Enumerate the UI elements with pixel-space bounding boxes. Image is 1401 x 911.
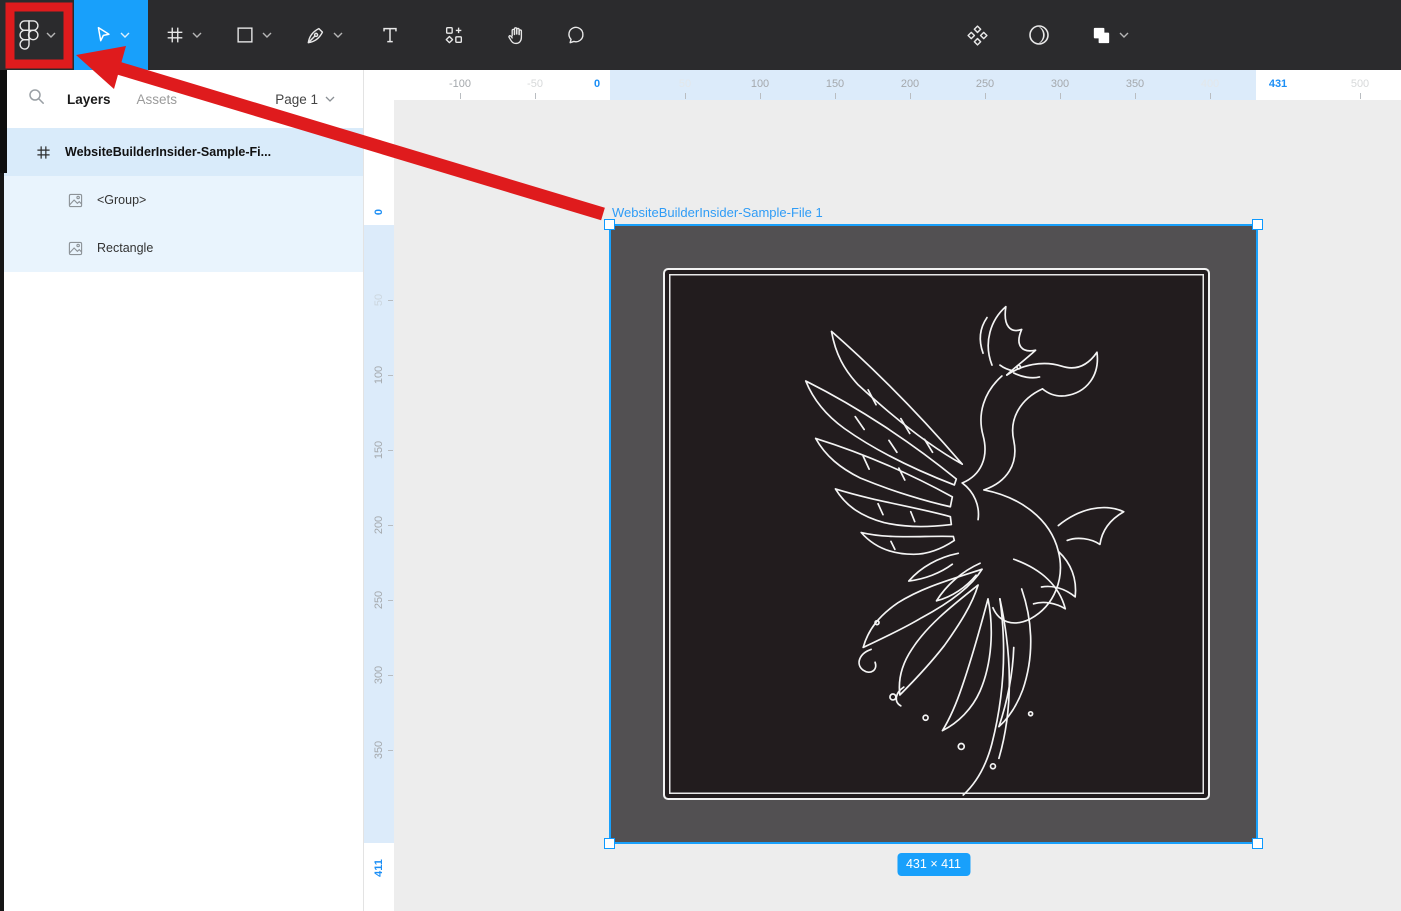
ruler-label: 300 — [373, 666, 385, 684]
page-selector-label: Page 1 — [275, 92, 318, 107]
top-toolbar — [0, 0, 1401, 70]
figma-logo-icon — [18, 20, 40, 50]
text-tool-icon — [379, 24, 401, 46]
boolean-union-icon — [1090, 24, 1113, 47]
pen-tool-button[interactable] — [288, 0, 358, 70]
search-icon[interactable] — [28, 88, 45, 110]
hand-icon — [505, 24, 528, 47]
resources-tool-button[interactable] — [422, 0, 486, 70]
create-component-button[interactable] — [946, 0, 1008, 70]
frame-title-label[interactable]: WebsiteBuilderInsider-Sample-File 1 — [612, 205, 823, 220]
selection-size-badge: 431 × 411 — [897, 853, 970, 876]
figma-app-window: Layers Assets Page 1 WebsiteBuilderInsid… — [0, 0, 1401, 911]
selection-handle-bottom-left[interactable] — [604, 838, 615, 849]
ruler-label: 350 — [1126, 78, 1144, 90]
frame-icon — [36, 145, 51, 160]
ruler-label: 50 — [679, 78, 691, 90]
frame-tool-button[interactable] — [148, 0, 218, 70]
chevron-down-icon — [46, 32, 56, 38]
ruler-label: 50 — [373, 294, 385, 306]
canvas-viewport[interactable]: WebsiteBuilderInsider-Sample-File 1 — [394, 100, 1401, 911]
comment-tool-button[interactable] — [546, 0, 606, 70]
window-edge-strip — [0, 70, 4, 911]
figma-main-menu-button[interactable] — [0, 0, 74, 70]
ruler-label: 150 — [826, 78, 844, 90]
chevron-down-icon — [333, 32, 343, 38]
component-diamonds-icon — [966, 24, 989, 47]
toolbar-right-group — [946, 0, 1148, 70]
ruler-label: -50 — [527, 78, 543, 90]
ruler-label: 411 — [373, 859, 385, 877]
shape-tool-button[interactable] — [218, 0, 288, 70]
ruler-label: 0 — [594, 78, 600, 90]
frame-grid-icon — [164, 24, 186, 46]
tab-layers[interactable]: Layers — [67, 92, 111, 107]
text-tool-button[interactable] — [358, 0, 422, 70]
ruler-label: 250 — [373, 591, 385, 609]
ruler-label: 500 — [1351, 78, 1369, 90]
chevron-down-icon — [192, 32, 202, 38]
boolean-groups-button[interactable] — [1070, 0, 1148, 70]
ruler-label: 100 — [373, 366, 385, 384]
move-tool-button[interactable] — [74, 0, 148, 70]
ruler-label: 200 — [901, 78, 919, 90]
ruler-label: -100 — [449, 78, 471, 90]
selection-handle-bottom-right[interactable] — [1252, 838, 1263, 849]
panel-header: Layers Assets Page 1 — [0, 70, 363, 128]
ruler-label: 250 — [976, 78, 994, 90]
mask-icon — [1027, 23, 1051, 47]
pen-icon — [304, 24, 327, 47]
layer-name: Rectangle — [97, 241, 153, 255]
chevron-down-icon — [1119, 32, 1129, 38]
layer-name: WebsiteBuilderInsider-Sample-Fi... — [65, 145, 271, 159]
selection-handle-top-left[interactable] — [604, 219, 615, 230]
selected-frame[interactable]: 431 × 411 — [610, 225, 1257, 843]
horizontal-ruler: -100 -50 0 50 100 150 200 250 300 350 40… — [394, 70, 1401, 100]
component-plus-icon — [443, 24, 465, 46]
comment-bubble-icon — [565, 24, 587, 46]
toolbar-left-group — [0, 0, 606, 70]
tab-assets[interactable]: Assets — [137, 92, 178, 107]
phoenix-artwork[interactable] — [663, 268, 1210, 800]
hand-tool-button[interactable] — [486, 0, 546, 70]
ruler-label: 100 — [751, 78, 769, 90]
page-selector[interactable]: Page 1 — [275, 92, 335, 107]
image-icon — [68, 193, 83, 208]
chevron-down-icon — [262, 32, 272, 38]
layer-row-frame[interactable]: WebsiteBuilderInsider-Sample-Fi... — [0, 128, 363, 176]
chevron-down-icon — [325, 96, 335, 102]
ruler-label: 350 — [373, 741, 385, 759]
ruler-label: 0 — [373, 209, 385, 215]
ruler-selection-highlight — [610, 70, 1256, 100]
ruler-label: 400 — [1201, 78, 1219, 90]
window-edge-strip — [0, 70, 7, 173]
vertical-ruler: 0 50 100 150 200 250 300 350 411 — [364, 70, 394, 911]
rectangle-icon — [234, 24, 256, 46]
selection-handle-top-right[interactable] — [1252, 219, 1263, 230]
layers-panel: Layers Assets Page 1 WebsiteBuilderInsid… — [0, 70, 364, 911]
ruler-label: 200 — [373, 516, 385, 534]
ruler-label: 431 — [1269, 78, 1287, 90]
use-as-mask-button[interactable] — [1008, 0, 1070, 70]
chevron-down-icon — [120, 32, 130, 38]
ruler-label: 300 — [1051, 78, 1069, 90]
phoenix-line-art — [665, 270, 1207, 797]
layer-row-rectangle[interactable]: Rectangle — [0, 224, 363, 272]
layer-row-group[interactable]: <Group> — [0, 176, 363, 224]
ruler-label: 150 — [373, 441, 385, 459]
move-cursor-icon — [92, 24, 114, 46]
layer-name: <Group> — [97, 193, 146, 207]
image-icon — [68, 241, 83, 256]
